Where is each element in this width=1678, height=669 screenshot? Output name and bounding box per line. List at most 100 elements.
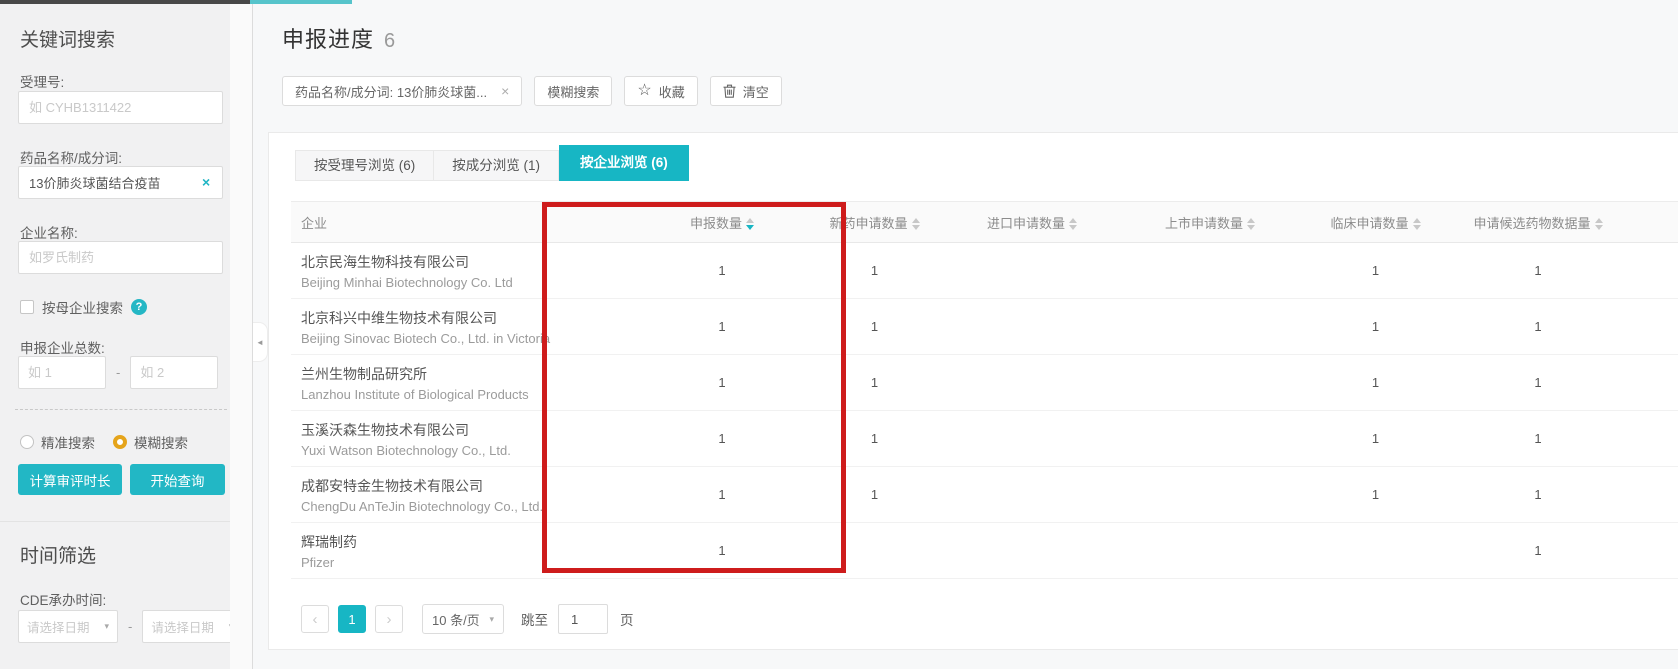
total-min-input[interactable]	[18, 356, 106, 389]
company-cell: 辉瑞制药 Pfizer	[291, 523, 647, 579]
table-row: 成都安特金生物技术有限公司 ChengDu AnTeJin Biotechnol…	[291, 467, 1678, 523]
date-end-select[interactable]: 请选择日期 ▾	[142, 610, 242, 643]
cde-date-label: CDE承办时间:	[20, 589, 106, 609]
col-new-drug-count[interactable]: 新药申请数量	[797, 202, 952, 243]
sort-icon[interactable]	[746, 218, 754, 230]
page-title: 申报进度	[282, 22, 374, 54]
drug-name-input[interactable]	[18, 166, 223, 199]
chevron-down-icon: ▾	[104, 621, 109, 632]
acceptance-no-label: 受理号:	[20, 71, 64, 91]
sidebar-keyword-title: 关键词搜索	[20, 25, 115, 52]
trash-icon	[723, 84, 736, 98]
page-unit-label: 页	[620, 609, 634, 629]
clear-button[interactable]: 清空	[710, 76, 782, 106]
dashed-divider	[15, 409, 227, 410]
range-separator: -	[116, 365, 120, 380]
company-cell: 兰州生物制品研究所 Lanzhou Institute of Biologica…	[291, 355, 647, 411]
app-screen: 关键词搜索 受理号: 药品名称/成分词: × 企业名称: 按母企业搜索 ? 申报…	[0, 0, 1678, 669]
col-overflow	[1633, 202, 1678, 243]
table-row: 兰州生物制品研究所 Lanzhou Institute of Biologica…	[291, 355, 1678, 411]
sidebar-gutter	[230, 0, 253, 669]
chip-close-icon[interactable]: ×	[501, 83, 509, 99]
col-candidate-count[interactable]: 申请候选药物数据量	[1443, 202, 1633, 243]
table-row: 北京民海生物科技有限公司 Beijing Minhai Biotechnolog…	[291, 243, 1678, 299]
search-sidebar: 关键词搜索 受理号: 药品名称/成分词: × 企业名称: 按母企业搜索 ? 申报…	[0, 0, 230, 669]
help-icon[interactable]: ?	[131, 299, 147, 315]
clear-button-label: 清空	[743, 82, 769, 101]
section-divider	[0, 521, 230, 522]
sort-icon[interactable]	[912, 218, 920, 230]
view-tabs: 按受理号浏览 (6) 按成分浏览 (1) 按企业浏览 (6)	[295, 145, 689, 181]
filter-chip-text: 药品名称/成分词: 13价肺炎球菌...	[295, 82, 487, 101]
collapse-left-icon: ◄	[256, 338, 264, 347]
date-end-placeholder: 请选择日期	[151, 617, 214, 636]
fuzzy-search-label: 模糊搜索	[134, 432, 188, 452]
company-table: 企业 申报数量 新药申请数量 进口申请数量 上市申请数量 临床申请数量 申请候选…	[291, 201, 1678, 579]
cde-date-range: 请选择日期 ▾ - 请选择日期 ▾	[18, 610, 242, 643]
exact-search-label: 精准搜索	[41, 432, 95, 452]
top-strip-teal	[250, 0, 352, 4]
results-card: 按受理号浏览 (6) 按成分浏览 (1) 按企业浏览 (6) 企业 申报数量 新…	[268, 132, 1678, 650]
fuzzy-search-button[interactable]: 模糊搜索	[534, 76, 612, 106]
sidebar-collapse-handle[interactable]: ◄	[253, 322, 268, 362]
start-query-button[interactable]: 开始查询	[130, 464, 225, 495]
col-market-count[interactable]: 上市申请数量	[1112, 202, 1308, 243]
current-page-button[interactable]: 1	[338, 605, 366, 633]
prev-page-button[interactable]: ‹	[301, 605, 329, 633]
sort-icon[interactable]	[1247, 218, 1255, 230]
col-import-count[interactable]: 进口申请数量	[952, 202, 1112, 243]
company-cell: 成都安特金生物技术有限公司 ChengDu AnTeJin Biotechnol…	[291, 467, 647, 523]
search-mode-radios: 精准搜索 模糊搜索	[20, 432, 206, 452]
acceptance-no-input[interactable]	[18, 91, 223, 124]
date-range-separator: -	[128, 619, 132, 634]
pagination: ‹ 1 › 10 条/页 ▾ 跳至 页	[301, 604, 634, 634]
calc-review-time-button[interactable]: 计算审评时长	[18, 464, 122, 495]
col-clinical-count[interactable]: 临床申请数量	[1308, 202, 1443, 243]
company-name-input[interactable]	[18, 241, 223, 274]
table-row: 北京科兴中维生物技术有限公司 Beijing Sinovac Biotech C…	[291, 299, 1678, 355]
result-count: 6	[384, 30, 395, 53]
table-header-row: 企业 申报数量 新药申请数量 进口申请数量 上市申请数量 临床申请数量 申请候选…	[291, 202, 1678, 243]
sort-icon[interactable]	[1595, 218, 1603, 230]
table-row: 辉瑞制药 Pfizer 1 1	[291, 523, 1678, 579]
exact-search-radio[interactable]	[20, 435, 34, 449]
favorite-button-label: 收藏	[659, 82, 685, 101]
chevron-right-icon: ›	[387, 611, 392, 628]
star-icon: ☆	[637, 83, 651, 99]
clear-input-icon[interactable]: ×	[202, 174, 210, 190]
filter-toolbar: 药品名称/成分词: 13价肺炎球菌... × 模糊搜索 ☆ 收藏 清空	[282, 76, 782, 106]
fuzzy-search-button-label: 模糊搜索	[547, 82, 599, 101]
total-companies-range: -	[18, 356, 218, 389]
sort-icon[interactable]	[1413, 218, 1421, 230]
tab-by-ingredient[interactable]: 按成分浏览 (1)	[434, 150, 559, 181]
company-name-label: 企业名称:	[20, 222, 78, 242]
page-title-row: 申报进度 6	[282, 22, 395, 54]
col-declared-count[interactable]: 申报数量	[647, 202, 797, 243]
col-company: 企业	[291, 202, 647, 243]
parent-company-checkbox-label: 按母企业搜索	[42, 297, 123, 317]
page-size-select[interactable]: 10 条/页 ▾	[422, 604, 504, 634]
parent-company-checkbox[interactable]	[20, 300, 34, 314]
company-cell: 北京科兴中维生物技术有限公司 Beijing Sinovac Biotech C…	[291, 299, 647, 355]
drug-name-label: 药品名称/成分词:	[20, 147, 122, 167]
jump-page-input[interactable]	[558, 604, 608, 634]
top-strip-dark	[0, 0, 250, 4]
time-filter-title: 时间筛选	[20, 541, 96, 568]
company-cell: 玉溪沃森生物技术有限公司 Yuxi Watson Biotechnology C…	[291, 411, 647, 467]
total-companies-label: 申报企业总数:	[20, 337, 105, 357]
company-table-wrap: 企业 申报数量 新药申请数量 进口申请数量 上市申请数量 临床申请数量 申请候选…	[291, 201, 1678, 579]
fuzzy-search-radio[interactable]	[113, 435, 127, 449]
sort-icon[interactable]	[1069, 218, 1077, 230]
filter-chip: 药品名称/成分词: 13价肺炎球菌... ×	[282, 76, 522, 106]
next-page-button[interactable]: ›	[375, 605, 403, 633]
chevron-down-icon: ▾	[489, 614, 494, 625]
favorite-button[interactable]: ☆ 收藏	[624, 76, 697, 106]
tab-by-acceptance-no[interactable]: 按受理号浏览 (6)	[295, 150, 434, 181]
main-content: 申报进度 6 药品名称/成分词: 13价肺炎球菌... × 模糊搜索 ☆ 收藏	[253, 0, 1678, 669]
date-start-select[interactable]: 请选择日期 ▾	[18, 610, 118, 643]
parent-company-search-row: 按母企业搜索 ?	[20, 297, 147, 317]
total-max-input[interactable]	[130, 356, 218, 389]
company-cell: 北京民海生物科技有限公司 Beijing Minhai Biotechnolog…	[291, 243, 647, 299]
date-start-placeholder: 请选择日期	[27, 617, 90, 636]
tab-by-company[interactable]: 按企业浏览 (6)	[559, 145, 689, 181]
